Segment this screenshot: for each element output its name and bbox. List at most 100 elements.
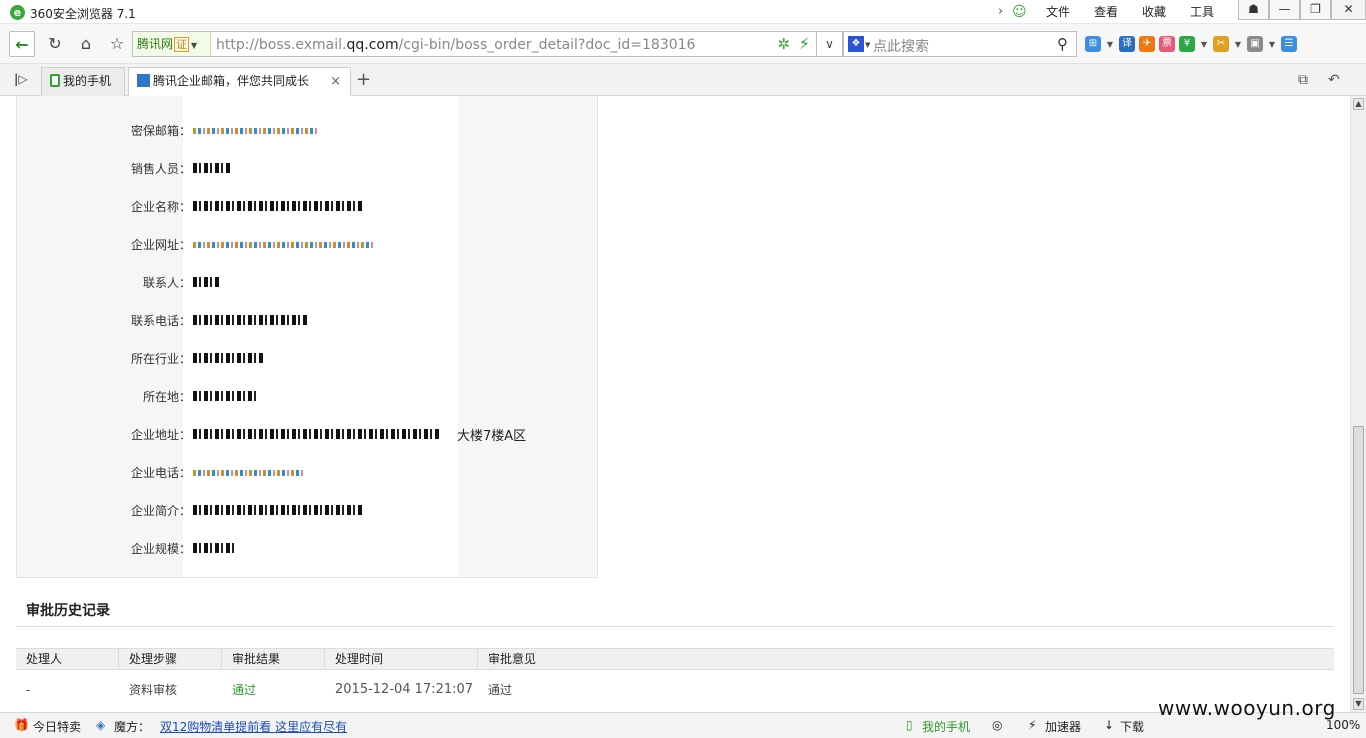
redacted-value [193, 353, 263, 363]
url-domain: qq.com [346, 37, 399, 53]
detail-row: 企业网址： [17, 234, 597, 254]
site-certificate-badge[interactable]: 腾讯网证 ▼ [133, 32, 211, 56]
search-box[interactable]: ❖ ▼ 点此搜索 ⚲ [843, 31, 1077, 57]
apps-grid-icon[interactable]: ⊞ [1085, 36, 1101, 52]
menu-file[interactable]: 文件 [1034, 3, 1082, 20]
compat-mode-icon[interactable]: ✲ [777, 35, 790, 53]
window-controls: ☗ — ❐ ✕ [1238, 0, 1366, 20]
refresh-icon[interactable]: ↻ [42, 31, 68, 57]
home-icon[interactable]: ⌂ [73, 31, 99, 57]
scroll-up-icon[interactable]: ▲ [1353, 98, 1364, 110]
zoom-level[interactable]: 100% [1326, 718, 1360, 732]
cell-step: 资料审核 [129, 683, 178, 697]
phone-icon [50, 74, 60, 87]
chevron-down-icon[interactable]: ▼ [1233, 40, 1243, 49]
ad-link[interactable]: 双12购物清单提前看 这里应有尽有 [160, 718, 347, 735]
navigation-bar: ← ↻ ⌂ ☆ 腾讯网证 ▼ http://boss.exmail.qq.com/… [0, 24, 1366, 64]
translate-icon[interactable]: 译 [1119, 36, 1135, 52]
accelerator-icon[interactable]: ⚡ [1028, 718, 1036, 732]
divider [16, 626, 1334, 627]
chevron-down-icon[interactable]: ▼ [1199, 40, 1209, 49]
favorite-star-icon[interactable]: ☆ [104, 31, 130, 57]
speed-mode-icon[interactable]: ⚡ [799, 34, 810, 53]
cert-verified-icon: 证 [174, 37, 190, 52]
search-engine-icon[interactable]: ❖ [848, 36, 864, 52]
history-title: 审批历史记录 [26, 603, 110, 619]
tab-my-phone[interactable]: 我的手机 [41, 67, 125, 96]
accelerator-link[interactable]: 加速器 [1045, 718, 1081, 735]
redacted-value [193, 315, 309, 325]
field-label: 所在地： [142, 390, 191, 404]
image-icon[interactable]: ▣ [1247, 36, 1263, 52]
scrollbar-thumb[interactable] [1353, 426, 1364, 694]
field-label: 企业网址： [130, 238, 191, 252]
url-text[interactable]: http://boss.exmail.qq.com/cgi-bin/boss_o… [216, 37, 695, 53]
menu-favorites[interactable]: 收藏 [1130, 3, 1178, 20]
field-label: 企业规模： [130, 542, 191, 556]
chevron-down-icon[interactable]: ▼ [1267, 40, 1277, 49]
redacted-value [193, 163, 230, 173]
mail-icon [137, 74, 150, 87]
my-phone-link[interactable]: 我的手机 [922, 718, 970, 735]
cert-label: 腾讯网 [137, 37, 174, 51]
clean-icon[interactable]: ◎ [992, 718, 1002, 732]
vertical-scrollbar[interactable]: ▲ ▼ [1350, 96, 1366, 712]
scroll-down-icon[interactable]: ▼ [1353, 698, 1364, 710]
chevron-down-icon[interactable]: ▼ [1105, 40, 1115, 49]
detail-row: 企业地址： 大楼7楼A区 [17, 424, 597, 444]
watermark: www.wooyun.org [1158, 696, 1336, 720]
download-icon[interactable]: ↓ [1104, 718, 1114, 732]
order-detail-panel: 管理员帐号：trinitylighting.com.cn密保邮箱：销售人员：企业… [16, 96, 598, 578]
menu-bar: › ☺ 文件 查看 收藏 工具 帮助 [998, 3, 1274, 20]
skin-button[interactable]: ☗ [1238, 0, 1269, 20]
screenshot-icon[interactable]: ✂ [1213, 36, 1229, 52]
cell-result: 通过 [232, 683, 257, 697]
detail-row: 企业电话： [17, 462, 597, 482]
field-label: 销售人员： [130, 162, 191, 176]
field-label: 密保邮箱： [130, 124, 191, 138]
field-label: 企业电话： [130, 466, 191, 480]
user-account-icon[interactable]: ☺ [1012, 4, 1034, 20]
redacted-value [193, 429, 441, 439]
tab-label: 腾讯企业邮箱，伴您共同成长 [153, 74, 310, 88]
ticket-icon[interactable]: 票 [1159, 36, 1175, 52]
detail-row: 密保邮箱： [17, 120, 597, 140]
undo-close-icon[interactable]: ↶ [1328, 72, 1340, 88]
phone-icon[interactable]: ▯ [906, 718, 913, 732]
maximize-button[interactable]: ❐ [1300, 0, 1331, 20]
menu-view[interactable]: 查看 [1082, 3, 1130, 20]
url-history-dropdown[interactable]: ∨ [817, 31, 843, 57]
minimize-button[interactable]: — [1269, 0, 1300, 20]
daily-deal-link[interactable]: 今日特卖 [33, 718, 81, 735]
tab-list-icon[interactable]: ⧉ [1298, 72, 1308, 88]
url-path: /cgi-bin/boss_order_detail?doc_id=183016 [398, 37, 696, 53]
close-tab-icon[interactable]: × [330, 68, 341, 95]
gift-icon[interactable]: 🎁 [14, 718, 29, 732]
col-step: 处理步骤 [119, 649, 222, 669]
address-bar[interactable]: 腾讯网证 ▼ http://boss.exmail.qq.com/cgi-bin/… [132, 31, 817, 57]
detail-row: 企业规模： [17, 538, 597, 558]
chevron-right-icon[interactable]: › [998, 4, 1012, 19]
menu-tools[interactable]: 工具 [1178, 3, 1226, 20]
cell-opinion: 通过 [488, 683, 513, 697]
sidebar-toggle-icon[interactable]: |▷ [14, 72, 28, 86]
browser-logo-icon: e [10, 5, 25, 20]
toolbar-extensions: ⊞ ▼ 译 ✈ 票 ¥ ▼ ✂ ▼ ▣ ▼ ☰ [1085, 36, 1297, 52]
download-link[interactable]: 下载 [1120, 718, 1144, 735]
search-engine-dropdown-icon[interactable]: ▼ [865, 41, 870, 49]
flight-icon[interactable]: ✈ [1139, 36, 1155, 52]
tab-exmail[interactable]: 腾讯企业邮箱，伴您共同成长 × [128, 67, 351, 97]
search-input[interactable]: 点此搜索 [873, 36, 929, 56]
search-icon[interactable]: ⚲ [1057, 35, 1068, 53]
redacted-value [193, 242, 373, 248]
col-handler: 处理人 [16, 649, 119, 669]
menu-icon[interactable]: ☰ [1281, 36, 1297, 52]
new-tab-icon[interactable]: + [356, 69, 371, 90]
shield-icon[interactable]: ¥ [1179, 36, 1195, 52]
back-icon[interactable]: ← [9, 31, 35, 57]
col-opinion: 审批意见 [488, 652, 537, 666]
detail-row: 联系电话： [17, 310, 597, 330]
close-button[interactable]: ✕ [1331, 0, 1366, 20]
field-label: 企业地址： [130, 428, 191, 442]
field-label: 联系人： [142, 276, 191, 290]
